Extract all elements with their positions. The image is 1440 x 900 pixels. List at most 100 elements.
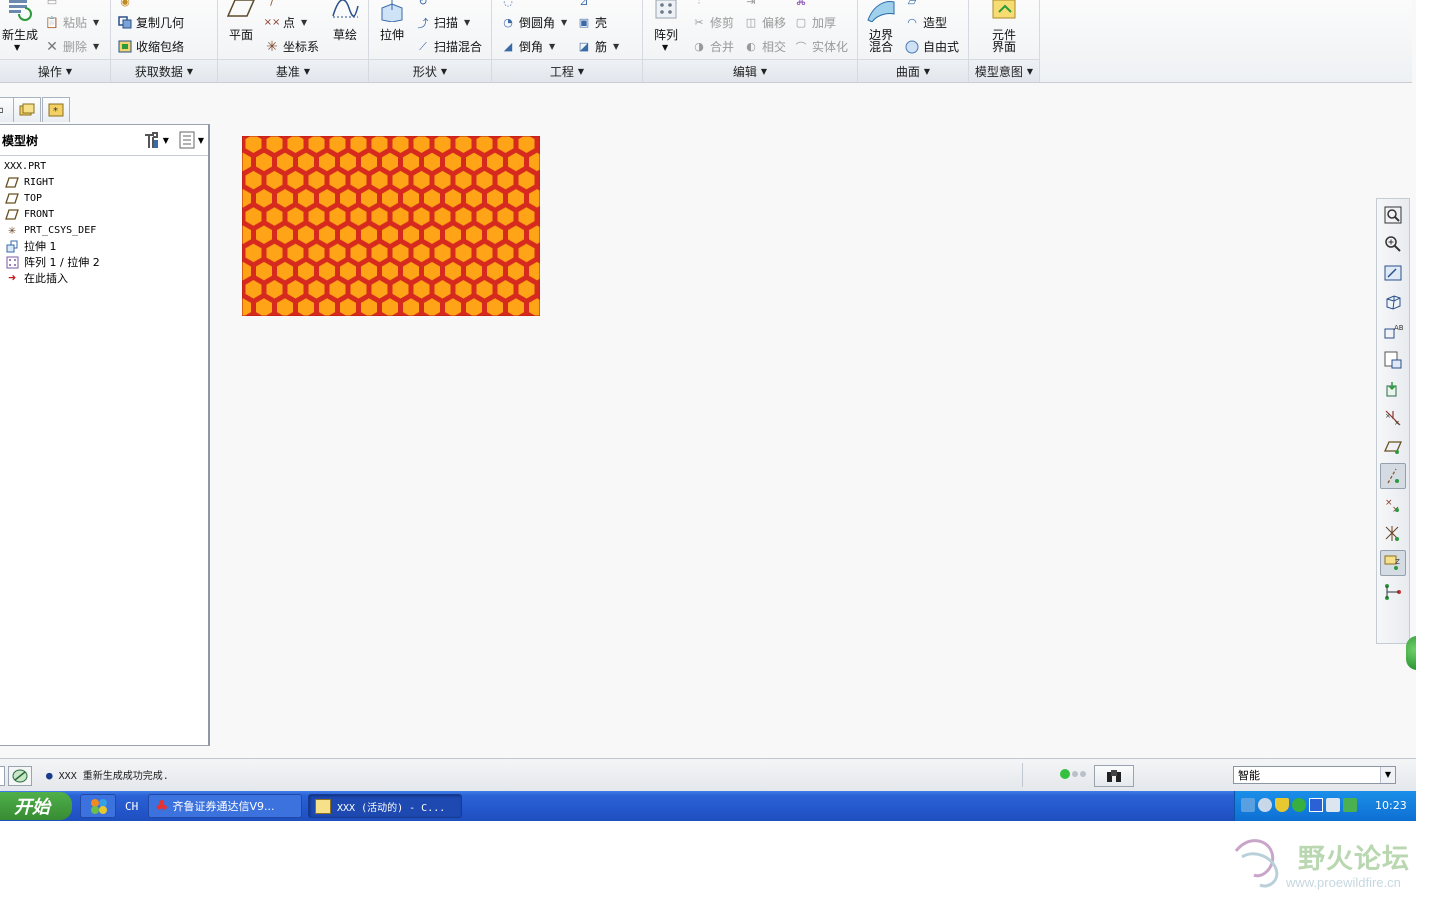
repaint-icon <box>1384 265 1402 281</box>
copy-geometry-icon <box>117 16 133 30</box>
view-manager-button[interactable] <box>1380 347 1406 373</box>
fill-button[interactable]: ▱ <box>904 0 923 8</box>
status-toggle-left[interactable] <box>0 766 5 786</box>
tab-folder-browser[interactable] <box>13 97 41 122</box>
perspective-button[interactable] <box>1380 376 1406 402</box>
tree-item-csys[interactable]: ✳ PRT_CSYS_DEF <box>0 222 208 238</box>
show-columns-button[interactable]: ▼ <box>179 131 204 149</box>
update-tray-icon[interactable] <box>1258 798 1272 812</box>
merge-button[interactable]: ◑ 合并 <box>691 38 734 55</box>
csys-label: 坐标系 <box>283 40 320 54</box>
clock[interactable]: 10:23 <box>1375 799 1407 812</box>
swept-blend-label: 扫描混合 <box>434 40 483 54</box>
shield-tray-icon[interactable] <box>1275 798 1289 812</box>
chamfer-button[interactable]: ◢ 倒角 ▼ <box>500 38 555 55</box>
sketch-button[interactable]: 草绘 <box>328 0 362 41</box>
style-button[interactable]: ◠ 造型 <box>904 14 947 31</box>
network-tray-icon[interactable] <box>1241 798 1255 812</box>
volume-tray-icon[interactable] <box>1326 798 1340 812</box>
axis-display-button[interactable] <box>1380 463 1406 489</box>
revolve-button[interactable]: ↻ <box>415 0 434 8</box>
group-editing-footer[interactable]: 编辑 ▼ <box>643 59 857 82</box>
project-button[interactable]: ⌘ <box>793 0 812 8</box>
draft-button[interactable]: ⊿ <box>576 0 595 8</box>
saved-orientations-button[interactable]: AB <box>1380 318 1406 344</box>
language-indicator[interactable]: CH <box>125 800 138 813</box>
tree-item-label: TOP <box>24 192 43 204</box>
tree-item-top[interactable]: TOP <box>0 190 208 206</box>
find-button[interactable] <box>1094 765 1134 787</box>
honeycomb-plate-model[interactable] <box>242 136 540 316</box>
chevron-down-icon: ▼ <box>93 42 100 51</box>
tree-item-pattern-1[interactable]: 阵列 1 / 拉伸 2 <box>0 254 208 270</box>
group-datum-footer[interactable]: 基准 ▼ <box>218 59 368 82</box>
message-log-button[interactable] <box>8 766 32 786</box>
layers-button[interactable] <box>1380 579 1406 605</box>
model-tree-tools: ▼ ▼ <box>142 131 204 149</box>
group-engineering-footer[interactable]: 工程 ▼ <box>492 59 642 82</box>
rib-button[interactable]: ◪ 筋 ▼ <box>576 38 619 55</box>
shrinkwrap-button[interactable]: 收缩包络 <box>117 38 184 55</box>
paste-button[interactable]: 📋 粘贴 ▼ <box>44 14 99 31</box>
boundary-blend-button[interactable]: 边界 混合 <box>862 0 900 53</box>
plus-tray-icon[interactable] <box>1292 798 1306 812</box>
shell-button[interactable]: ▣ 壳 <box>576 14 607 31</box>
graphics-window[interactable] <box>211 84 1375 756</box>
group-get-data-footer[interactable]: 获取数据 ▼ <box>111 59 217 82</box>
mirror-button[interactable]: ⫶ <box>691 0 710 8</box>
pattern-button[interactable]: 阵列 ▼ <box>647 0 685 52</box>
intersect-button[interactable]: ◐ 相交 <box>743 38 786 55</box>
group-surfaces-footer[interactable]: 曲面 ▼ <box>858 59 968 82</box>
selection-filter[interactable]: 智能 ▼ <box>1233 766 1396 784</box>
tree-settings-button[interactable]: ▼ <box>142 131 169 149</box>
monitor-tray-icon[interactable] <box>1309 798 1323 812</box>
group-operations-footer[interactable]: 操作 ▼ <box>0 59 110 82</box>
user-defined-feature-button[interactable]: ◉ <box>117 0 136 8</box>
thicken-button[interactable]: ▢ 加厚 <box>793 14 836 31</box>
point-display-button[interactable]: ×× <box>1380 492 1406 518</box>
swept-blend-button[interactable]: ⟋ 扫描混合 <box>415 38 482 55</box>
start-button[interactable]: 开始 <box>0 792 72 820</box>
copy-button[interactable]: ▭ <box>44 0 63 8</box>
annotation-display-button[interactable]: × × <box>1380 405 1406 431</box>
delete-button[interactable]: ✕ 删除 ▼ <box>44 38 99 55</box>
offset-button[interactable]: ◫ 偏移 <box>743 14 786 31</box>
refit-button[interactable] <box>1380 202 1406 228</box>
spin-center-button[interactable]: Z <box>1380 550 1406 576</box>
zoom-in-button[interactable] <box>1380 231 1406 257</box>
taskbar-item-creo[interactable]: XXX (活动的) - C... <box>308 794 462 818</box>
group-editing-label: 编辑 <box>732 64 757 79</box>
copy-geometry-button[interactable]: 复制几何 <box>117 14 184 31</box>
side-green-knob[interactable] <box>1406 636 1416 670</box>
datum-plane-button[interactable]: 平面 <box>224 0 258 41</box>
freestyle-button[interactable]: 自由式 <box>904 38 959 55</box>
tree-item-right[interactable]: RIGHT <box>0 174 208 190</box>
plane-display-button[interactable] <box>1380 434 1406 460</box>
display-style-button[interactable] <box>1380 289 1406 315</box>
sweep-button[interactable]: ⤴ 扫描 ▼ <box>415 14 471 31</box>
tree-item-part[interactable]: XXX.PRT <box>0 158 208 174</box>
quick-launch-button[interactable] <box>80 794 116 818</box>
group-model-intent-footer[interactable]: 模型意图 ▼ <box>969 59 1039 82</box>
component-interface-button[interactable]: 元件 界面 <box>983 0 1025 53</box>
tab-model-tree[interactable]: ▫ <box>0 97 14 122</box>
tree-item-insert-here[interactable]: ➜ 在此插入 <box>0 270 208 286</box>
datum-point-button[interactable]: ×× 点 ▼ <box>264 14 308 31</box>
regenerate-button[interactable]: 新生成 ▼ <box>0 0 40 52</box>
tab-favorites[interactable]: * <box>42 97 70 122</box>
solidify-button[interactable]: ⌒ 实体化 <box>793 38 849 55</box>
security-tray-icon[interactable] <box>1343 798 1357 812</box>
csys-button[interactable]: ✳ 坐标系 <box>264 38 319 55</box>
tree-item-front[interactable]: FRONT <box>0 206 208 222</box>
repaint-button[interactable] <box>1380 260 1406 286</box>
csys-display-button[interactable] <box>1380 521 1406 547</box>
hole-button[interactable]: ◌ <box>500 0 519 8</box>
extend-button[interactable]: ⇥ <box>743 0 762 8</box>
round-button[interactable]: ◔ 倒圆角 ▼ <box>500 14 567 31</box>
group-shapes-footer[interactable]: 形状 ▼ <box>369 59 491 82</box>
taskbar-item-tdx[interactable]: ♣ 齐鲁证券通达信V9... <box>148 794 302 818</box>
trim-button[interactable]: ✂ 修剪 <box>691 14 734 31</box>
extrude-button[interactable]: 拉伸 <box>373 0 411 41</box>
tree-item-extrude-1[interactable]: 拉伸 1 <box>0 238 208 254</box>
datum-axis-button[interactable]: / <box>264 0 283 8</box>
